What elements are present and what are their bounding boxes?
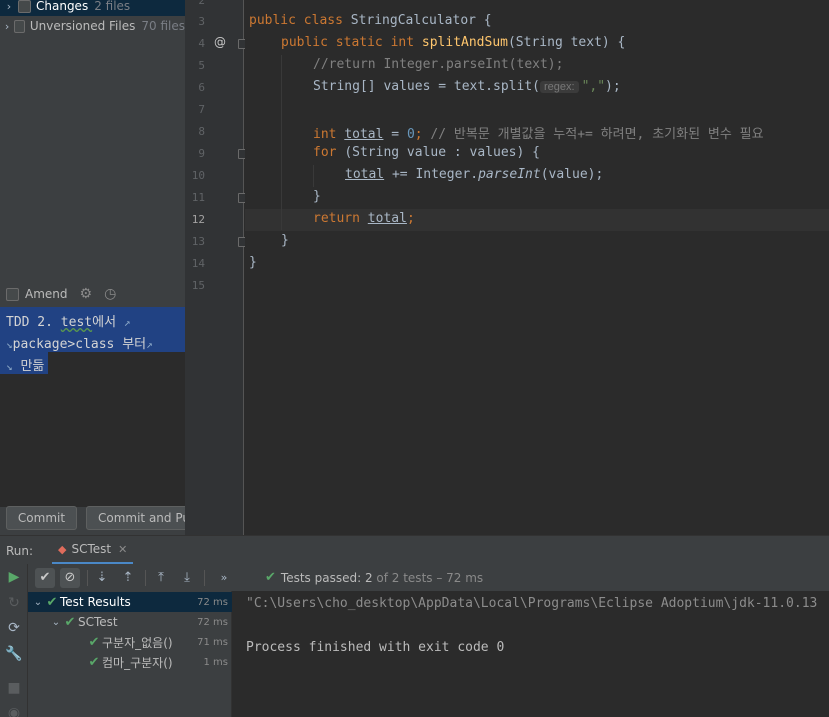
- unversioned-count: 70 files: [141, 19, 185, 33]
- wrench-icon[interactable]: 🔧: [5, 645, 23, 663]
- expand-all-icon[interactable]: ⤒: [151, 568, 171, 588]
- changes-node[interactable]: › Changes 2 files: [0, 0, 185, 16]
- line-number: 5: [198, 59, 205, 72]
- console-line: "C:\Users\cho_desktop\AppData\Local\Prog…: [246, 596, 818, 611]
- tab-sctest[interactable]: ◆ SCTest ✕: [52, 536, 134, 565]
- tree-node-test-method[interactable]: ✔ 구분자_없음() 71 ms: [28, 632, 232, 652]
- stop-icon[interactable]: ■: [5, 679, 23, 697]
- code-line: public static int splitAndSum(String tex…: [281, 35, 626, 50]
- amend-label: Amend: [25, 287, 68, 301]
- clock-history-icon[interactable]: ◷: [104, 286, 116, 302]
- chevron-down-icon[interactable]: ⌄: [50, 617, 62, 628]
- test-results-tree: ⌄ ✔ Test Results 72 ms ⌄ ✔ SCTest 72 ms …: [28, 591, 232, 717]
- line-number: 3: [198, 15, 205, 28]
- unversioned-files-node[interactable]: › Unversioned Files 70 files: [0, 16, 185, 36]
- commit-message-line: ↘package>class 부터↗: [6, 337, 153, 352]
- code-line: public class StringCalculator {: [249, 13, 492, 28]
- more-actions-icon[interactable]: »: [214, 568, 234, 588]
- show-passed-icon[interactable]: ✔: [35, 568, 55, 588]
- changes-checkbox[interactable]: [18, 0, 31, 13]
- line-number: 9: [198, 147, 205, 160]
- code-line: String[] values = text.split(regex: ",");: [313, 79, 621, 94]
- indent-guide: [281, 55, 282, 230]
- check-icon: ✔: [46, 594, 58, 610]
- collapse-all-icon[interactable]: ⤓: [177, 568, 197, 588]
- close-icon[interactable]: ✕: [118, 543, 127, 556]
- line-number: 15: [191, 279, 205, 292]
- code-line: }: [281, 233, 289, 248]
- line-number: 8: [198, 125, 205, 138]
- code-line: //return Integer.parseInt(text);: [313, 57, 564, 72]
- amend-checkbox[interactable]: [6, 287, 19, 301]
- line-number: 7: [198, 103, 205, 116]
- tree-node-test-results[interactable]: ⌄ ✔ Test Results 72 ms: [28, 592, 232, 612]
- toolbar-separator: [204, 570, 205, 586]
- run-label: Run:: [6, 544, 34, 558]
- changes-label: Changes: [36, 0, 89, 13]
- console-output[interactable]: "C:\Users\cho_desktop\AppData\Local\Prog…: [233, 591, 829, 717]
- sort-alphabetically-icon[interactable]: ⇣: [92, 568, 112, 588]
- check-icon: ✔: [265, 570, 276, 585]
- code-line: }: [249, 255, 257, 270]
- soft-wrap-icon: ↗: [123, 316, 131, 329]
- unversioned-label: Unversioned Files: [29, 19, 136, 33]
- chevron-right-icon[interactable]: ›: [0, 20, 14, 33]
- toolbar-separator: [145, 570, 146, 586]
- rerun-failed-icon[interactable]: ↻: [5, 594, 23, 612]
- commit-panel: › Changes 2 files › Unversioned Files 70…: [0, 0, 185, 535]
- code-line: int total = 0; // 반복문 개별값을 누적+= 하려면, 초기화…: [313, 127, 764, 142]
- line-number: 2: [198, 0, 205, 7]
- run-config-icon: ◆: [58, 542, 67, 556]
- line-number: 4: [198, 37, 205, 50]
- test-runner-toolbar: ✔ ⊘ ⇣ ⇡ ⤒ ⤓ » ✔ Tests passed: 2 of 2 tes…: [28, 564, 829, 591]
- tree-node-sctest[interactable]: ⌄ ✔ SCTest 72 ms: [28, 612, 232, 632]
- commit-message-field[interactable]: TDD 2. test에서 ↗ ↘package>class 부터↗ ↘ 만듦: [0, 307, 185, 507]
- tab-label: SCTest: [71, 542, 112, 556]
- line-number: 6: [198, 81, 205, 94]
- run-side-toolbar: ▶ ↻ ⟳ 🔧 ■ ◉: [0, 564, 28, 717]
- console-line: Process finished with exit code 0: [246, 640, 505, 655]
- show-ignored-icon[interactable]: ⊘: [60, 568, 80, 588]
- run-play-icon[interactable]: ▶: [5, 568, 23, 586]
- override-marker-icon[interactable]: @: [214, 35, 226, 49]
- commit-message-line: TDD 2. test에서 ↗: [6, 315, 131, 330]
- check-icon: ✔: [88, 634, 100, 650]
- tests-status: ✔ Tests passed: 2 of 2 tests – 72 ms: [265, 570, 484, 585]
- code-line: for (String value : values) {: [313, 145, 540, 160]
- amend-row: Amend ⚙ ◷: [6, 284, 116, 304]
- run-tool-window-header: Run: ◆ SCTest ✕: [0, 535, 829, 565]
- check-icon: ✔: [88, 654, 100, 670]
- soft-wrap-icon: ↘: [6, 338, 13, 351]
- unversioned-checkbox[interactable]: [14, 19, 25, 33]
- line-number: 12: [191, 213, 205, 226]
- line-number: 14: [191, 257, 205, 270]
- settings-gear-icon[interactable]: ⚙: [80, 286, 93, 302]
- commit-button[interactable]: Commit: [6, 506, 77, 530]
- commit-and-push-button[interactable]: Commit and Pu: [86, 506, 185, 530]
- chevron-right-icon[interactable]: ›: [0, 0, 18, 13]
- toggle-auto-test-icon[interactable]: ⟳: [5, 619, 23, 637]
- parameter-hint: regex:: [539, 81, 579, 93]
- code-line: total += Integer.parseInt(value);: [345, 167, 604, 182]
- soft-wrap-icon: ↗: [146, 338, 153, 351]
- line-number: 11: [191, 191, 205, 204]
- toolbar-separator: [87, 570, 88, 586]
- code-line: }: [313, 189, 321, 204]
- soft-wrap-icon: ↘: [6, 360, 13, 373]
- commit-message-line: ↘ 만듦: [6, 359, 45, 374]
- changes-count: 2 files: [94, 0, 131, 13]
- code-line: return total;: [313, 211, 415, 226]
- line-number: 13: [191, 235, 205, 248]
- line-number: 10: [191, 169, 205, 182]
- sort-by-duration-icon[interactable]: ⇡: [118, 568, 138, 588]
- indent-guide: [313, 165, 314, 187]
- camera-icon[interactable]: ◉: [5, 704, 23, 717]
- chevron-down-icon[interactable]: ⌄: [32, 597, 44, 608]
- tree-node-test-method[interactable]: ✔ 컴마_구분자() 1 ms: [28, 652, 232, 672]
- check-icon: ✔: [64, 614, 76, 630]
